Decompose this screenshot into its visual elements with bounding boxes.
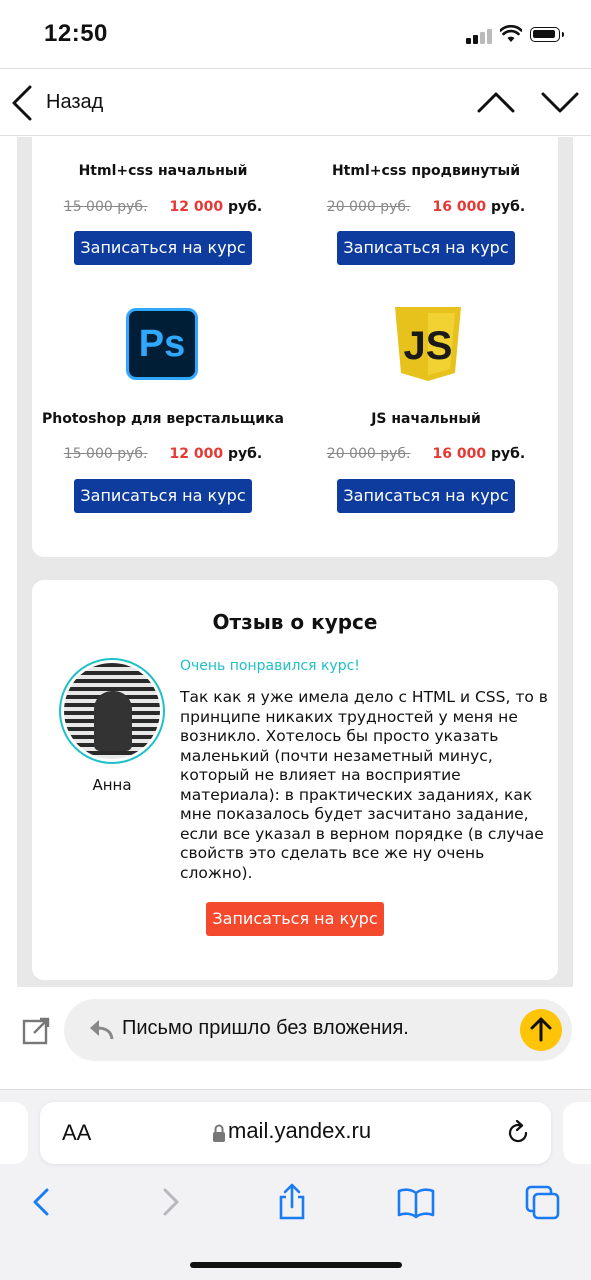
share-icon[interactable] [272, 1182, 312, 1222]
old-price: 15 000 руб. [63, 446, 148, 462]
course-title: Photoshop для верстальщика [42, 411, 284, 427]
nav-bar: Назад [0, 68, 591, 136]
reload-icon[interactable] [506, 1120, 530, 1146]
next-tab-peek[interactable] [563, 1102, 591, 1164]
lock-icon [213, 1124, 225, 1142]
enroll-button[interactable]: Записаться на курс [74, 479, 252, 513]
javascript-logo-icon: JS [395, 307, 461, 381]
url-text: mail.yandex.ru [228, 1118, 372, 1143]
old-price: 20 000 руб. [326, 446, 411, 462]
back-button[interactable]: Назад [46, 91, 103, 114]
review-card: Отзыв о курсе Анна Очень понравился курс… [32, 580, 558, 980]
review-tagline: Очень понравился курс! [180, 658, 360, 674]
new-price: 12 000 [169, 199, 224, 215]
send-arrow-up-icon[interactable] [520, 1009, 562, 1051]
back-icon[interactable] [22, 1182, 62, 1222]
course-price: 20 000 руб. 16 000 руб. [296, 199, 556, 215]
enroll-button-accent[interactable]: Записаться на курс [206, 902, 384, 936]
safari-toolbar: AA mail.yandex.ru [0, 1089, 591, 1280]
next-message-chevron-down-icon[interactable] [540, 87, 580, 117]
battery-icon [530, 27, 564, 42]
previous-tab-peek[interactable] [0, 1102, 28, 1164]
enroll-button[interactable]: Записаться на курс [337, 479, 515, 513]
currency: руб. [227, 446, 263, 462]
reply-arrow-icon [90, 1020, 114, 1040]
enroll-button[interactable]: Записаться на курс [74, 231, 252, 265]
signal-icon [466, 28, 496, 44]
bookmarks-icon[interactable] [396, 1182, 436, 1222]
new-price: 16 000 [432, 446, 487, 462]
enroll-button[interactable]: Записаться на курс [337, 231, 515, 265]
currency: руб. [490, 446, 526, 462]
status-bar: 12:50 [0, 0, 591, 68]
currency: руб. [490, 199, 526, 215]
quick-reply-bar: Письмо пришло без вложения. [0, 987, 591, 1089]
home-indicator [190, 1262, 402, 1268]
reviewer-name: Анна [92, 776, 132, 794]
avatar-photo [64, 663, 160, 759]
tabs-icon[interactable] [522, 1182, 562, 1222]
js-logo-text: JS [404, 324, 453, 368]
photoshop-logo-icon: Ps [126, 308, 198, 380]
course-title: Html+css продвинутый [331, 163, 521, 179]
previous-message-chevron-up-icon[interactable] [476, 87, 516, 117]
reply-input[interactable]: Письмо пришло без вложения. [64, 999, 572, 1061]
old-price: 20 000 руб. [326, 199, 411, 215]
new-price: 16 000 [432, 199, 487, 215]
course-price: 15 000 руб. 12 000 руб. [33, 446, 293, 462]
reply-text: Письмо пришло без вложения. [122, 1017, 409, 1039]
reader-options-button[interactable]: AA [62, 1120, 91, 1146]
avatar [59, 658, 165, 764]
compose-icon[interactable] [22, 1017, 50, 1045]
course-price: 20 000 руб. 16 000 руб. [296, 446, 556, 462]
review-heading: Отзыв о курсе [212, 610, 378, 634]
forward-icon[interactable] [150, 1182, 190, 1222]
address-bar[interactable]: AA mail.yandex.ru [40, 1102, 551, 1164]
status-time: 12:50 [44, 20, 108, 47]
courses-card: Html+css начальный 15 000 руб. 12 000 руб… [32, 137, 558, 557]
currency: руб. [227, 199, 263, 215]
back-chevron-icon[interactable] [10, 85, 34, 121]
review-text: Так как я уже имела дело с HTML и CSS, т… [180, 688, 548, 882]
course-title: Html+css начальный [78, 163, 248, 179]
course-title: JS начальный [371, 411, 481, 427]
new-price: 12 000 [169, 446, 224, 462]
wifi-icon [500, 25, 522, 42]
course-price: 15 000 руб. 12 000 руб. [33, 199, 293, 215]
old-price: 15 000 руб. [63, 199, 148, 215]
